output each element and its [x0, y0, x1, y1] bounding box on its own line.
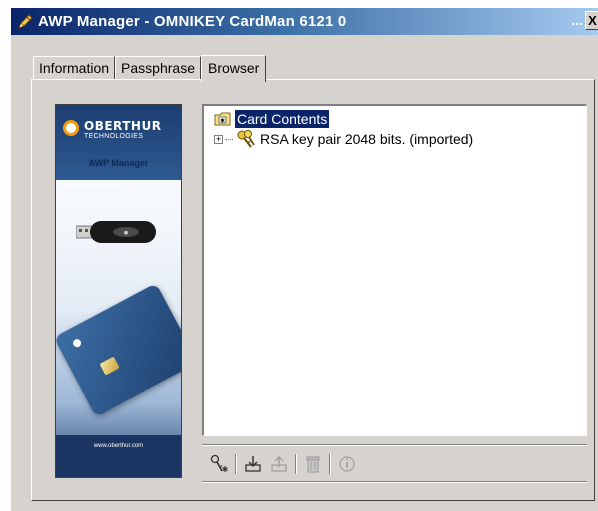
brand-logo-circle — [63, 120, 79, 136]
toolbar-divider-bottom — [202, 481, 587, 483]
info-icon — [339, 456, 355, 472]
tab-strip: Information Passphrase Browser — [33, 54, 267, 82]
banner-footer — [56, 435, 181, 477]
tree-item-rsa-key[interactable]: + RSA key pair 2048 bits. (imported) — [214, 128, 473, 150]
window-title: AWP Manager - OMNIKEY CardMan 6121 0 — [38, 13, 347, 30]
card-logo — [71, 337, 83, 349]
tree-root-card-contents[interactable]: ✱ Card Contents — [214, 110, 330, 128]
pen-icon — [15, 12, 35, 32]
export-icon — [271, 455, 287, 472]
close-button[interactable]: X — [585, 11, 598, 30]
key-toolbar: ✱ — [206, 450, 360, 478]
browser-panel: OBERTHUR TECHNOLOGIES AWP Manager ● www.… — [31, 79, 595, 501]
tree-connector — [225, 138, 233, 140]
svg-text:✱: ✱ — [220, 118, 225, 125]
expand-icon[interactable]: + — [214, 134, 223, 144]
export-button[interactable] — [266, 452, 292, 476]
folder-icon: ✱ — [214, 111, 232, 127]
title-ellipsis: ... — [571, 12, 583, 28]
brand-subtitle: TECHNOLOGIES — [84, 133, 144, 140]
import-button[interactable] — [240, 452, 266, 476]
svg-text:✱: ✱ — [222, 465, 229, 474]
tree-root-label[interactable]: Card Contents — [235, 110, 330, 128]
svg-text:●: ● — [124, 230, 129, 236]
banner-url: www.oberthur.com — [93, 443, 144, 449]
key-generate-icon: ✱ — [210, 454, 229, 474]
generate-key-button[interactable]: ✱ — [206, 452, 232, 476]
toolbar-separator — [235, 454, 237, 474]
key-icon — [235, 129, 257, 149]
brand-name: OBERTHUR — [84, 119, 162, 133]
toolbar-separator — [295, 454, 297, 474]
tab-browser[interactable]: Browser — [200, 55, 267, 82]
banner-product-name: AWP Manager — [88, 158, 149, 168]
toolbar-divider-top — [202, 444, 587, 446]
tab-information[interactable]: Information — [33, 56, 116, 80]
card-contents-tree[interactable]: ✱ Card Contents + RSA key pair 2048 bits… — [202, 104, 587, 436]
usb-token-image: ● — [76, 221, 156, 243]
card-chip — [99, 356, 120, 376]
import-icon — [245, 456, 261, 472]
toolbar-separator — [329, 454, 331, 474]
brand-logo: OBERTHUR TECHNOLOGIES — [56, 105, 181, 180]
smart-card-image — [56, 283, 181, 417]
product-banner: OBERTHUR TECHNOLOGIES AWP Manager ● www.… — [55, 104, 182, 478]
trash-icon — [306, 456, 320, 473]
tree-item-label[interactable]: RSA key pair 2048 bits. (imported) — [260, 131, 473, 147]
title-bar[interactable]: AWP Manager - OMNIKEY CardMan 6121 0 ...… — [11, 8, 598, 35]
tab-passphrase[interactable]: Passphrase — [115, 56, 201, 80]
properties-button[interactable] — [334, 452, 360, 476]
delete-button[interactable] — [300, 452, 326, 476]
awp-manager-window: AWP Manager - OMNIKEY CardMan 6121 0 ...… — [10, 8, 598, 511]
